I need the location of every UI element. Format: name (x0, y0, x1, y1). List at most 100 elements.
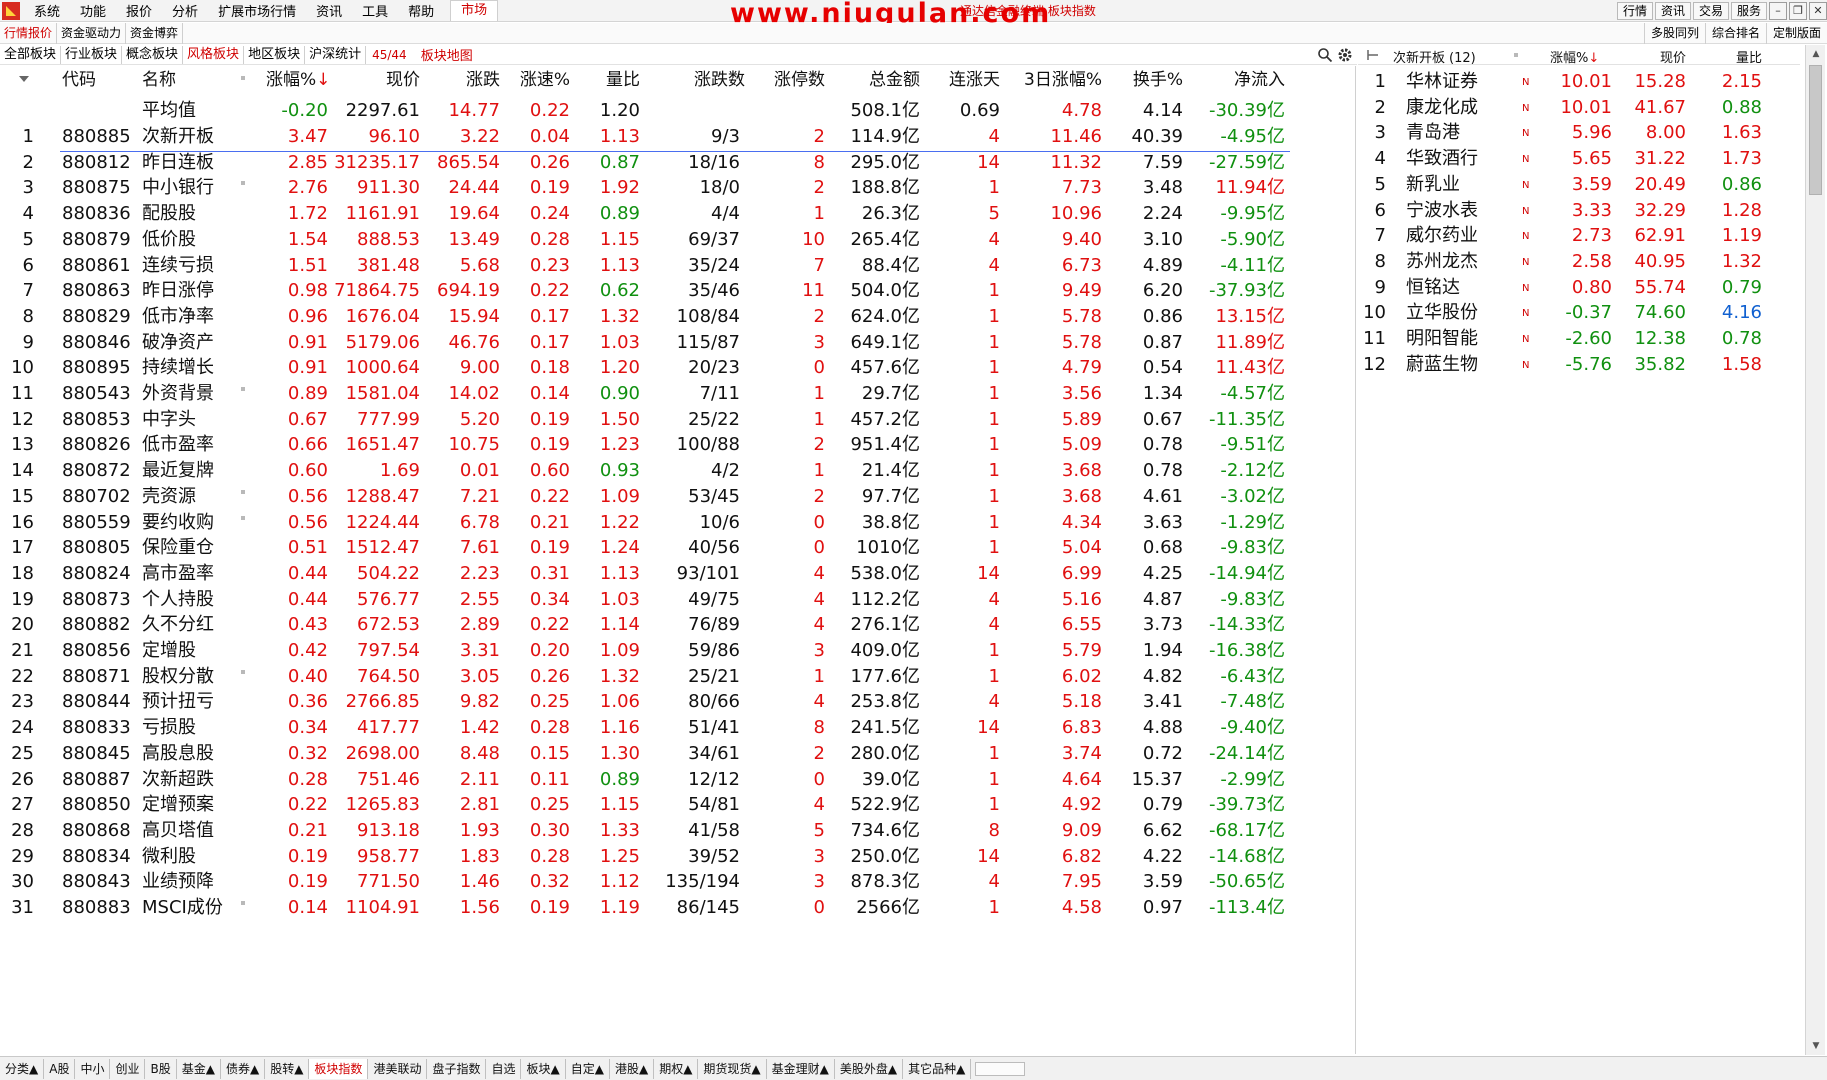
search-icon[interactable] (1317, 47, 1333, 63)
bottom-tab[interactable]: 板块指数 (309, 1058, 369, 1079)
tab-quote-price[interactable]: 行情报价 (0, 22, 58, 44)
scroll-thumb[interactable] (1809, 65, 1822, 195)
menu-market[interactable]: 市场 (450, 0, 499, 21)
constituents-header-price[interactable]: 现价 (1646, 47, 1686, 66)
header-speed[interactable]: 涨速% (510, 66, 570, 94)
constituent-change: -5.76 (1565, 353, 1612, 375)
quote-button[interactable]: 行情 (1616, 2, 1653, 20)
header-rise-days[interactable]: 连涨天 (920, 66, 1000, 94)
tab-stats[interactable]: 沪深统计 (305, 45, 367, 64)
vertical-scrollbar[interactable]: ▲ ▼ (1805, 45, 1825, 1055)
header-change-pct[interactable]: 涨幅%↓ (266, 66, 330, 94)
bottom-tab[interactable]: 期货现货▲ (698, 1058, 767, 1079)
bottom-tab[interactable]: 港美联动 (368, 1058, 428, 1079)
close-icon[interactable]: ✕ (1809, 2, 1827, 20)
bottom-tab[interactable]: 美股外盘▲ (835, 1058, 904, 1079)
bottom-tab[interactable]: 基金理财▲ (767, 1058, 835, 1079)
collapse-arrow-icon[interactable] (18, 74, 30, 84)
sector-tabs: 全部板块 行业板块 概念板块 风格板块 地区板块 沪深统计 45/44 板块地图 (0, 45, 1357, 65)
menu-tools[interactable]: 工具 (352, 1, 398, 20)
bottom-tab-scroller[interactable] (975, 1061, 1026, 1076)
menu-analysis[interactable]: 分析 (162, 1, 208, 20)
menu-function[interactable]: 功能 (70, 1, 116, 20)
restore-icon[interactable]: ❐ (1789, 2, 1807, 20)
header-volume-ratio[interactable]: 量比 (580, 66, 640, 94)
sector-table: 代码 名称 涨幅%↓ 现价 涨跌 涨速% 量比 涨跌数 涨停数 总金额 连涨天 … (0, 66, 1356, 1054)
row-marker (241, 181, 245, 186)
bottom-tab[interactable]: 板块▲ (521, 1058, 566, 1079)
tab-style[interactable]: 风格板块 (183, 45, 245, 64)
tab-industry[interactable]: 行业板块 (61, 45, 123, 64)
bottom-tab[interactable]: 期权▲ (654, 1058, 699, 1079)
minimize-icon[interactable]: – (1769, 2, 1787, 20)
header-turnover[interactable]: 换手% (1100, 66, 1183, 94)
row-3day-change: 4.58 (1061, 897, 1102, 918)
bottom-tab[interactable]: B股 (145, 1058, 177, 1079)
header-code[interactable]: 代码 (62, 66, 96, 94)
header-net-inflow[interactable]: 净流入 (1190, 66, 1285, 94)
tab-icons (1317, 45, 1353, 65)
bottom-tab[interactable]: A股 (44, 1058, 76, 1079)
header-amount[interactable]: 总金额 (840, 66, 920, 94)
app-logo-icon (2, 1, 20, 20)
bottom-tab[interactable]: 盘子指数 (427, 1058, 487, 1079)
layout-buttons: 多股同列 综合排名 定制版面 (1643, 23, 1827, 44)
scroll-down-icon[interactable]: ▼ (1806, 1037, 1826, 1055)
sector-map-link[interactable]: 板块地图 (413, 45, 481, 64)
bottom-tab[interactable]: 自定▲ (566, 1058, 610, 1079)
table-row[interactable]: 31 880883 MSCI成份 0.14 1104.91 1.56 0.19 1.19 86/… (0, 893, 1356, 923)
row-marker (241, 901, 245, 905)
bottom-tab[interactable]: 分类▲ (0, 1058, 45, 1079)
tab-concept[interactable]: 概念板块 (122, 45, 184, 64)
bottom-tab[interactable]: 中小 (75, 1058, 111, 1079)
header-3day-change[interactable]: 3日涨幅% (1010, 66, 1102, 94)
row-volume-ratio: 1.19 (599, 897, 640, 918)
constituents-header: 次新开板 (12) 涨幅%↓ 现价 量比 (1358, 45, 1800, 66)
trade-button[interactable]: 交易 (1692, 2, 1729, 20)
menu-extended-market[interactable]: 扩展市场行情 (208, 1, 306, 20)
pin-icon[interactable] (1366, 49, 1380, 61)
bottom-tab[interactable]: 股转▲ (265, 1058, 310, 1079)
row-marker (241, 515, 245, 520)
bottom-tab[interactable]: 基金▲ (177, 1058, 221, 1079)
row-rise-days: 1 (988, 897, 1000, 918)
bottom-tab[interactable]: 创业 (110, 1058, 146, 1079)
bottom-tab[interactable]: 自选 (486, 1058, 522, 1079)
header-up-down[interactable]: 涨跌数 (670, 66, 745, 94)
sort-desc-icon: ↓ (316, 70, 331, 90)
row-marker (241, 669, 245, 674)
ranking-button[interactable]: 综合排名 (1704, 23, 1766, 44)
row-marker (241, 387, 245, 391)
multi-stock-button[interactable]: 多股同列 (1643, 23, 1705, 44)
custom-layout-button[interactable]: 定制版面 (1765, 23, 1827, 44)
row-amount: 2566亿 (856, 897, 920, 918)
menu-help[interactable]: 帮助 (398, 1, 444, 20)
menu-quote[interactable]: 报价 (116, 1, 162, 20)
bottom-tab[interactable]: 债券▲ (221, 1058, 266, 1079)
bottom-tabs: 分类▲ A股 中小 创业 B股 基金▲ 债券▲ 股转▲ 板块指数 港美联动 盘子指数 自选 板块▲ 自定▲… (0, 1056, 1827, 1080)
gear-icon[interactable] (1337, 47, 1353, 63)
constituents-header-marker (1514, 53, 1518, 57)
header-diff[interactable]: 涨跌 (440, 66, 500, 94)
menu-system[interactable]: 系统 (24, 1, 70, 20)
service-button[interactable]: 服务 (1730, 2, 1767, 20)
constituents-header-change[interactable]: 涨幅%↓ (1550, 47, 1599, 66)
tab-capital-game[interactable]: 资金博弈 (126, 22, 184, 44)
tab-all-sectors[interactable]: 全部板块 (0, 45, 62, 64)
header-price[interactable]: 现价 (360, 66, 420, 94)
constituent-name: 蔚蓝生物 (1406, 353, 1478, 375)
scroll-up-icon[interactable]: ▲ (1806, 45, 1826, 63)
header-limit-up[interactable]: 涨停数 (745, 66, 825, 94)
tab-capital-drive[interactable]: 资金驱动力 (57, 22, 127, 44)
header-name[interactable]: 名称 (142, 66, 176, 94)
tab-region[interactable]: 地区板块 (244, 45, 306, 64)
bottom-tab[interactable]: 港股▲ (610, 1058, 655, 1079)
constituents-header-volume-ratio[interactable]: 量比 (1722, 47, 1762, 66)
constituent-row[interactable]: 12 蔚蓝生物 N -5.76 35.82 1.58 (1358, 350, 1800, 380)
row-speed: 0.19 (529, 897, 570, 918)
row-index: 31 (11, 897, 34, 918)
menu-news[interactable]: 资讯 (306, 1, 352, 20)
bottom-tab[interactable]: 其它品种▲ (903, 1058, 972, 1079)
news-button[interactable]: 资讯 (1654, 2, 1691, 20)
window-buttons: 行情 资讯 交易 服务 – ❐ ✕ (1615, 0, 1827, 22)
